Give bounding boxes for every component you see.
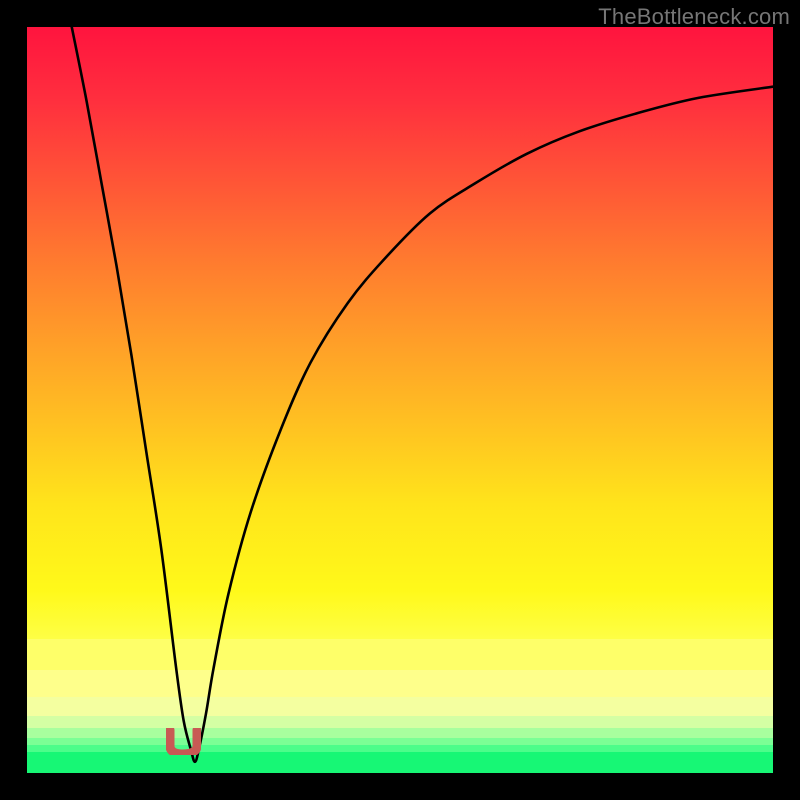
gradient-band — [27, 745, 773, 752]
gradient-band — [27, 716, 773, 729]
gradient-band — [27, 728, 773, 738]
chart-frame — [27, 27, 773, 773]
gradient-band — [27, 639, 773, 670]
gradient-band — [27, 670, 773, 697]
gradient-band — [27, 738, 773, 745]
gradient-main — [27, 27, 773, 639]
gradient-band — [27, 697, 773, 716]
gradient-band — [27, 752, 773, 773]
